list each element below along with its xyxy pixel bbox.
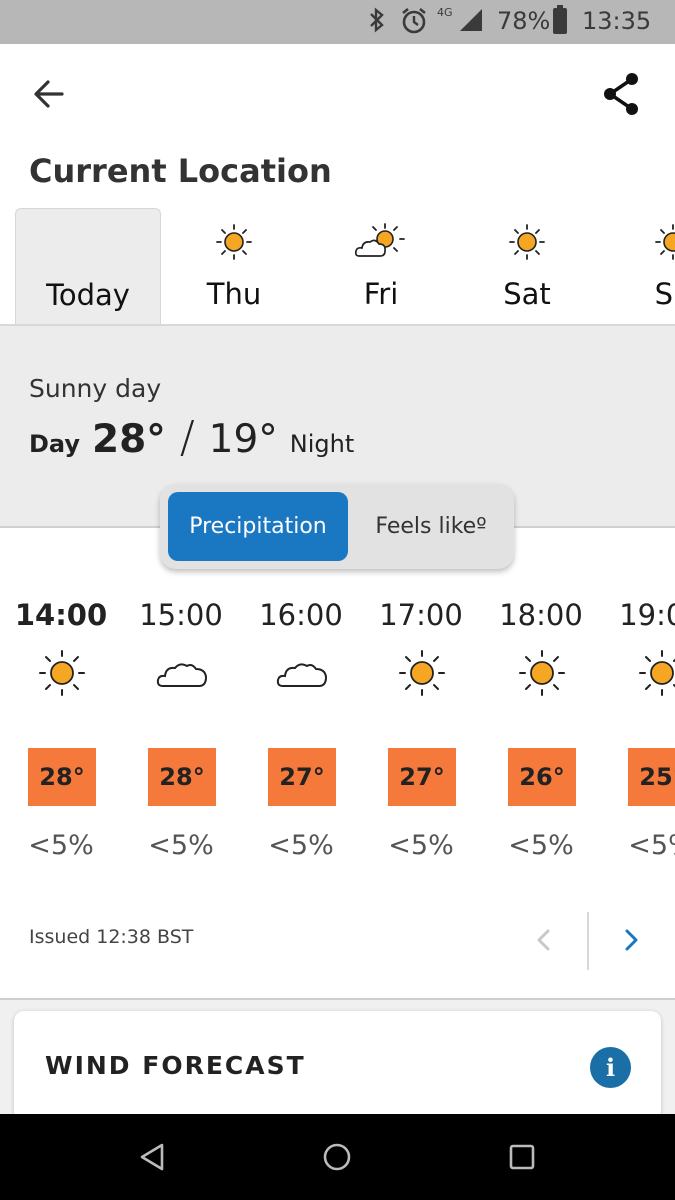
battery-percent: 78%	[497, 7, 551, 35]
share-icon	[604, 73, 638, 115]
hour-column[interactable]: 17:00 27° <5%	[361, 590, 481, 880]
sun-icon	[639, 650, 675, 696]
hour-time: 14:00	[14, 598, 108, 632]
hour-time: 18:00	[499, 598, 583, 632]
tab-today[interactable]: Today	[15, 208, 161, 325]
next-button[interactable]	[614, 922, 650, 958]
status-bar: 4G 78% 13:35	[0, 0, 675, 44]
back-button[interactable]	[28, 72, 72, 116]
precipitation-button[interactable]: Precipitation	[168, 492, 348, 561]
forecast-toggle: Precipitation Feels likeº	[160, 484, 514, 569]
temp-badge: 28°	[28, 748, 96, 806]
sun-icon	[655, 224, 675, 260]
network-type: 4G	[437, 6, 453, 19]
tab-label: Today	[46, 278, 130, 312]
chevron-right-icon	[625, 929, 638, 951]
issued-time: Issued 12:38 BST	[29, 926, 194, 948]
hour-column[interactable]: 15:00 28° <5%	[121, 590, 241, 880]
tab-label: Thu	[206, 277, 262, 311]
hour-time: 17:00	[379, 598, 463, 632]
temp-badge: 28°	[148, 748, 216, 806]
nav-back-button[interactable]	[135, 1139, 171, 1175]
temp-badge: 27°	[268, 748, 336, 806]
temp-badge: 26°	[508, 748, 576, 806]
precip-chance: <5%	[268, 830, 334, 861]
precip-chance: <5%	[628, 830, 675, 861]
nav-divider	[587, 912, 589, 970]
tab-label: Sat	[503, 277, 551, 311]
status-time: 13:35	[582, 7, 652, 35]
hour-column[interactable]: 19:00 25° <5%	[601, 590, 675, 880]
sun-cloud-icon	[354, 223, 405, 257]
temp-badge: 25°	[628, 748, 675, 806]
hour-column[interactable]: 18:00 26° <5%	[481, 590, 601, 880]
hour-column[interactable]: 16:00 27° <5%	[241, 590, 361, 880]
arrow-back-icon	[34, 80, 64, 108]
hour-time: 15:00	[139, 598, 223, 632]
system-nav-bar	[0, 1114, 675, 1200]
weather-description: Sunny day	[29, 374, 162, 403]
triangle-back-icon	[140, 1143, 164, 1171]
alarm-icon	[400, 7, 428, 41]
wind-forecast-card[interactable]: WIND FORECAST i	[14, 1011, 661, 1121]
chevron-left-icon	[537, 929, 550, 951]
page-title: Current Location	[29, 152, 332, 190]
day-temperature: 28°	[92, 417, 166, 462]
night-temperature: 19°	[208, 417, 278, 462]
tab-sat[interactable]: Sat	[454, 208, 600, 325]
hourly-forecast[interactable]: 14:00 28° <5% 15:00 28° <5% 16:00 27° <5…	[0, 590, 675, 880]
day-label: Day	[29, 430, 81, 458]
wind-forecast-title: WIND FORECAST	[45, 1051, 306, 1080]
precip-chance: <5%	[148, 830, 214, 861]
sun-icon	[39, 650, 85, 696]
tab-fri[interactable]: Fri	[308, 208, 454, 325]
circle-home-icon	[323, 1143, 351, 1171]
precip-chance: <5%	[28, 830, 94, 861]
sun-icon	[399, 650, 445, 696]
hour-time: 19:00	[619, 598, 675, 632]
tab-sun[interactable]: Su	[600, 208, 675, 325]
precip-chance: <5%	[508, 830, 574, 861]
previous-button[interactable]	[526, 922, 562, 958]
bluetooth-icon	[366, 7, 388, 39]
tab-thu[interactable]: Thu	[161, 208, 307, 325]
share-button[interactable]	[598, 70, 646, 118]
signal-icon	[458, 9, 484, 39]
nav-home-button[interactable]	[319, 1139, 355, 1175]
precip-chance: <5%	[388, 830, 454, 861]
hour-column[interactable]: 14:00 28° <5%	[1, 590, 121, 880]
temp-badge: 27°	[388, 748, 456, 806]
cloud-icon	[276, 663, 328, 687]
sun-icon	[216, 224, 252, 260]
sun-icon	[519, 650, 565, 696]
hour-time: 16:00	[259, 598, 343, 632]
feels-like-button[interactable]: Feels likeº	[356, 492, 506, 561]
info-button[interactable]: i	[590, 1047, 631, 1088]
tab-label: Fri	[363, 277, 399, 311]
sun-icon	[509, 224, 545, 260]
tab-label: Su	[654, 277, 675, 311]
nav-recents-button[interactable]	[504, 1139, 540, 1175]
square-recents-icon	[509, 1144, 535, 1170]
cloud-icon	[156, 663, 208, 687]
temp-row: Day 28° / 19° Night	[29, 412, 354, 463]
temp-separator: /	[179, 412, 195, 463]
day-tabs: Today Thu Fri Sat Su	[0, 208, 675, 325]
battery-icon	[553, 5, 567, 34]
night-label: Night	[289, 430, 355, 458]
